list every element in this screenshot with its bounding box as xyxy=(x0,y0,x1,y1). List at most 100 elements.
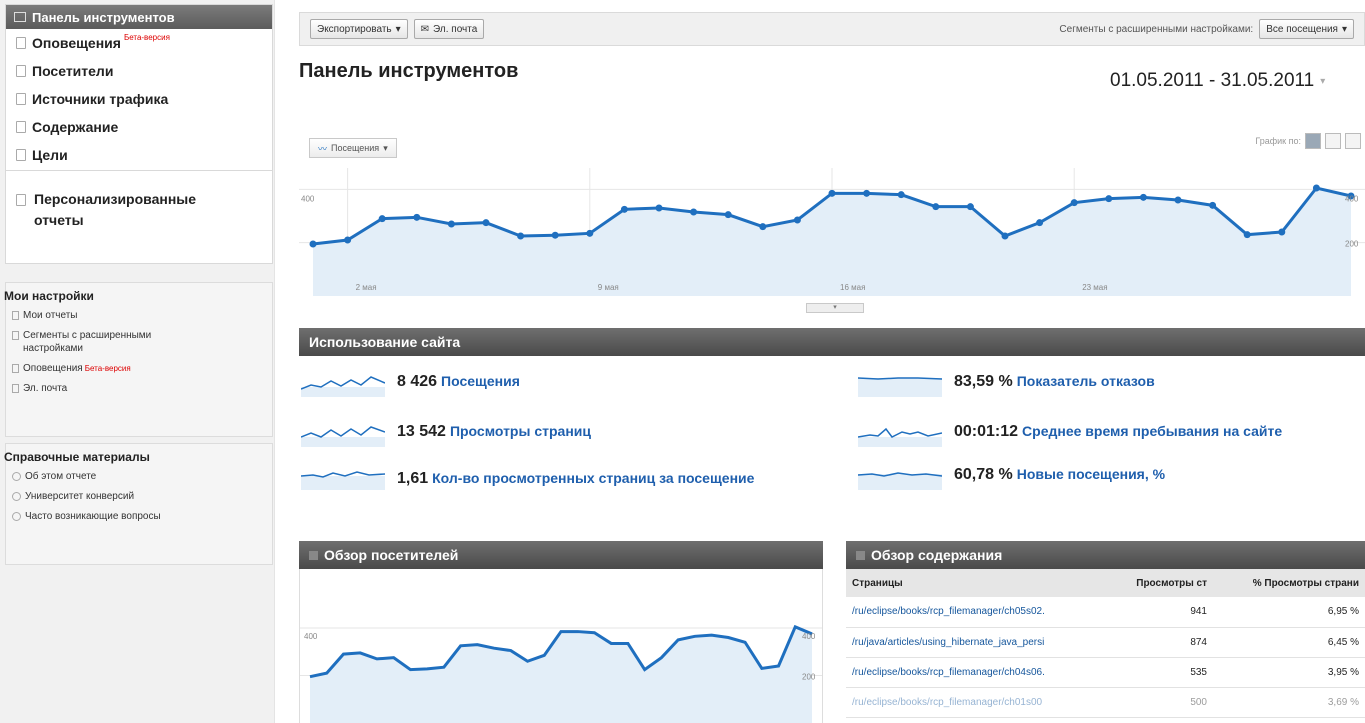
data-point xyxy=(447,220,455,228)
export-button[interactable]: Экспортировать ▾ xyxy=(310,19,408,39)
help-icon xyxy=(12,472,21,481)
metric-value: 8 426 xyxy=(397,373,438,390)
sidebar-item-label: Оповещения xyxy=(32,35,121,51)
drag-handle-icon[interactable] xyxy=(856,550,865,560)
page-link[interactable]: /ru/eclipse/books/rcp_filemanager/ch05s0… xyxy=(852,606,1045,617)
data-point xyxy=(966,203,974,211)
beta-badge: Бета-версия xyxy=(84,364,131,373)
link-faq[interactable]: Часто возникающие вопросы xyxy=(12,510,266,523)
link-email[interactable]: Эл. почта xyxy=(12,382,266,395)
data-point xyxy=(863,189,871,197)
sidebar: Панель инструментов Оповещения Бета-верс… xyxy=(0,0,275,723)
segments-icon xyxy=(12,331,19,340)
collapse-chart-toggle[interactable]: ▾ xyxy=(806,303,864,313)
data-point xyxy=(1001,232,1009,240)
metric-new-visits[interactable]: 60,78 % Новые посещения, % xyxy=(858,466,1165,490)
segments-select[interactable]: Все посещения ▾ xyxy=(1259,19,1354,39)
percent-cell: 6,45 % xyxy=(1213,627,1365,658)
column-header[interactable]: Страницы xyxy=(846,569,1098,597)
panel-title: Справочные материалы xyxy=(4,450,150,464)
sidebar-item-traffic-sources[interactable]: Источники трафика xyxy=(6,85,272,113)
page-title: Панель инструментов xyxy=(299,60,519,82)
y-tick-label: 200 xyxy=(1345,240,1359,249)
data-point xyxy=(1312,184,1320,192)
data-point xyxy=(759,223,767,231)
y-tick-label: 400 xyxy=(301,194,315,203)
pageviews-cell: 941 xyxy=(1098,597,1213,628)
report-icon xyxy=(16,194,26,206)
link-my-reports[interactable]: Мои отчеты xyxy=(12,309,266,322)
data-point xyxy=(482,219,490,227)
column-header[interactable]: % Просмотры страни xyxy=(1213,569,1365,597)
content-table: Страницы Просмотры ст % Просмотры страни… xyxy=(846,569,1365,718)
metric-label: Посещения xyxy=(441,373,520,389)
visitors-overview-panel: 400 400 200 xyxy=(299,569,823,723)
metric-pages-per-visit[interactable]: 1,61 Кол-во просмотренных страниц за посе… xyxy=(301,466,761,491)
graph-by-day-button[interactable] xyxy=(1305,133,1321,149)
report-icon xyxy=(12,311,19,320)
data-point xyxy=(551,231,559,239)
sidebar-item-alerts[interactable]: Оповещения Бета-версия xyxy=(6,29,272,57)
data-point xyxy=(620,205,628,213)
data-point xyxy=(586,229,594,237)
link-advanced-segments[interactable]: Сегменты с расширенными настройками xyxy=(12,329,266,355)
sparkline-icon xyxy=(301,376,385,397)
email-icon: ✉ xyxy=(420,23,430,35)
metric-select[interactable]: 〰 Посещения ▾ xyxy=(309,138,397,158)
metric-value: 83,59 % xyxy=(954,373,1013,390)
help-icon xyxy=(12,492,21,501)
sidebar-item-label: Посетители xyxy=(32,63,114,79)
sidebar-item-goals[interactable]: Цели xyxy=(6,141,272,169)
metric-bounce-rate[interactable]: 83,59 % Показатель отказов xyxy=(858,373,1155,397)
page-link[interactable]: /ru/eclipse/books/rcp_filemanager/ch04s0… xyxy=(852,667,1045,678)
panel-title: Мои настройки xyxy=(4,289,94,303)
link-about-report[interactable]: Об этом отчете xyxy=(12,470,266,483)
chart-icon xyxy=(12,364,19,373)
page-link[interactable]: /ru/eclipse/books/rcp_filemanager/ch01s0… xyxy=(852,697,1042,708)
sidebar-item-custom-reports[interactable]: Персонализированные отчеты xyxy=(5,170,273,264)
data-point xyxy=(1139,193,1147,201)
sidebar-item-content[interactable]: Содержание xyxy=(6,113,272,141)
y-tick-label: 400 xyxy=(1345,194,1359,203)
toolbar: Экспортировать ▾ ✉ Эл. почта Сегменты с ра… xyxy=(299,12,1365,46)
metric-value: 13 542 xyxy=(397,423,446,440)
dashboard-icon xyxy=(14,12,26,22)
link-conversion-university[interactable]: Университет конверсий xyxy=(12,490,266,503)
main-nav: Панель инструментов Оповещения Бета-верс… xyxy=(5,4,273,180)
visits-line-chart: 2 мая 9 мая 16 мая 23 мая 400 400 200 xyxy=(299,158,1365,308)
metric-avg-time[interactable]: 00:01:12 Среднее время пребывания на сайт… xyxy=(858,423,1282,447)
metric-visits[interactable]: 8 426 Посещения xyxy=(301,373,520,397)
graph-by-week-button[interactable] xyxy=(1325,133,1341,149)
sidebar-item-label: Персонализированные отчеты xyxy=(34,191,197,228)
percent-cell: 3,69 % xyxy=(1213,687,1365,718)
date-range-picker[interactable]: 01.05.2011 - 31.05.2011 ▾ xyxy=(1110,70,1325,92)
graph-by-month-button[interactable] xyxy=(1345,133,1361,149)
y-tick-label: 200 xyxy=(802,673,816,682)
email-button[interactable]: ✉ Эл. почта xyxy=(413,19,485,39)
data-point xyxy=(1036,219,1044,227)
data-point xyxy=(1105,195,1113,203)
sparkline-icon xyxy=(301,471,385,490)
sidebar-item-label: Цели xyxy=(32,147,68,163)
data-point xyxy=(1243,231,1251,239)
metric-label: Показатель отказов xyxy=(1016,373,1155,389)
table-row: /ru/java/articles/using_hibernate_java_p… xyxy=(846,627,1365,658)
metric-pageviews[interactable]: 13 542 Просмотры страниц xyxy=(301,423,591,447)
data-point xyxy=(828,189,836,197)
drag-handle-icon[interactable] xyxy=(309,550,318,560)
data-point xyxy=(724,211,732,219)
page-link[interactable]: /ru/java/articles/using_hibernate_java_p… xyxy=(852,637,1044,648)
percent-cell: 3,95 % xyxy=(1213,657,1365,688)
link-alerts[interactable]: Оповещения Бета-версия xyxy=(12,362,266,375)
column-header[interactable]: Просмотры ст xyxy=(1098,569,1213,597)
help-icon xyxy=(12,512,21,521)
data-point xyxy=(690,208,698,216)
sidebar-item-visitors[interactable]: Посетители xyxy=(6,57,272,85)
metric-value: 1,61 xyxy=(397,470,429,487)
table-header-row: Страницы Просмотры ст % Просмотры страни xyxy=(846,569,1365,597)
sidebar-item-dashboard[interactable]: Панель инструментов xyxy=(6,5,272,29)
data-point xyxy=(517,232,525,240)
data-point xyxy=(1278,228,1286,236)
my-settings-panel: Мои настройки Мои отчеты Сегменты с расш… xyxy=(4,282,273,437)
chevron-down-icon: ▾ xyxy=(395,23,401,35)
